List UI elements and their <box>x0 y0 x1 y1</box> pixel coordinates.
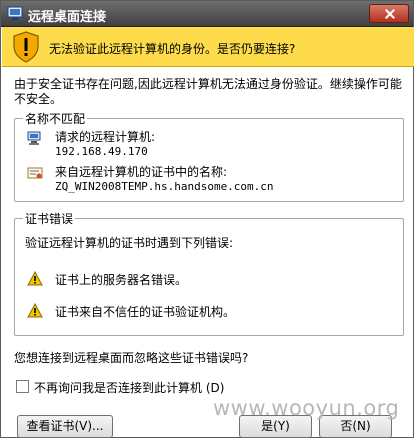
title-bar[interactable]: 远程桌面连接 <box>1 1 413 27</box>
group-label-name-mismatch: 名称不匹配 <box>23 110 88 127</box>
security-shield-icon <box>13 31 39 63</box>
window-title: 远程桌面连接 <box>28 10 107 25</box>
no-button[interactable]: 否(N) <box>319 415 392 438</box>
requested-computer-label: 请求的远程计算机: <box>55 130 156 144</box>
cert-errors-intro: 验证远程计算机的证书时遇到下列错误: <box>25 236 234 250</box>
group-label-cert-errors: 证书错误 <box>23 210 76 227</box>
yes-button[interactable]: 是(Y) <box>239 415 312 438</box>
remote-desktop-icon <box>7 6 23 20</box>
cert-name-value: ZQ_WIN2008TEMP.hs.handsome.com.cn <box>55 180 274 193</box>
certificate-icon <box>27 167 43 179</box>
dont-ask-checkbox[interactable] <box>16 380 29 393</box>
banner-message: 无法验证此远程计算机的身份。是否仍要连接? <box>49 42 296 56</box>
dont-ask-label[interactable]: 不再询问我是否连接到此计算机 (D) <box>34 379 224 396</box>
name-mismatch-group: 名称不匹配 请求的远程计算机: 192.168.49.170 来自远程计算机的证… <box>14 110 404 202</box>
requested-computer-value: 192.168.49.170 <box>55 145 148 158</box>
rdp-dialog: 远程桌面连接 无法验证此远程计算机的身份。是否仍要连接? 由于安全证书存在问题,… <box>0 0 414 438</box>
view-certificate-button[interactable]: 查看证书(V)... <box>17 415 113 438</box>
warning-icon <box>27 303 43 318</box>
cert-error-item: 证书来自不信任的证书验证机构。 <box>55 305 236 319</box>
cert-name-label: 来自远程计算机的证书中的名称: <box>55 165 228 179</box>
close-button[interactable] <box>369 4 409 23</box>
cert-error-item: 证书上的服务器名错误。 <box>55 273 188 287</box>
computer-icon <box>27 131 41 145</box>
cert-errors-group: 证书错误 验证远程计算机的证书时遇到下列错误: 证书上的服务器名错误。 证书来自… <box>14 210 404 336</box>
warning-icon <box>27 271 43 286</box>
intro-message: 由于安全证书存在问题,因此远程计算机无法通过身份验证。继续操作可能不安全。 <box>14 77 402 106</box>
warning-banner: 无法验证此远程计算机的身份。是否仍要连接? <box>2 27 414 67</box>
confirm-question: 您想连接到远程桌面而忽略这些证书错误吗? <box>14 351 249 365</box>
